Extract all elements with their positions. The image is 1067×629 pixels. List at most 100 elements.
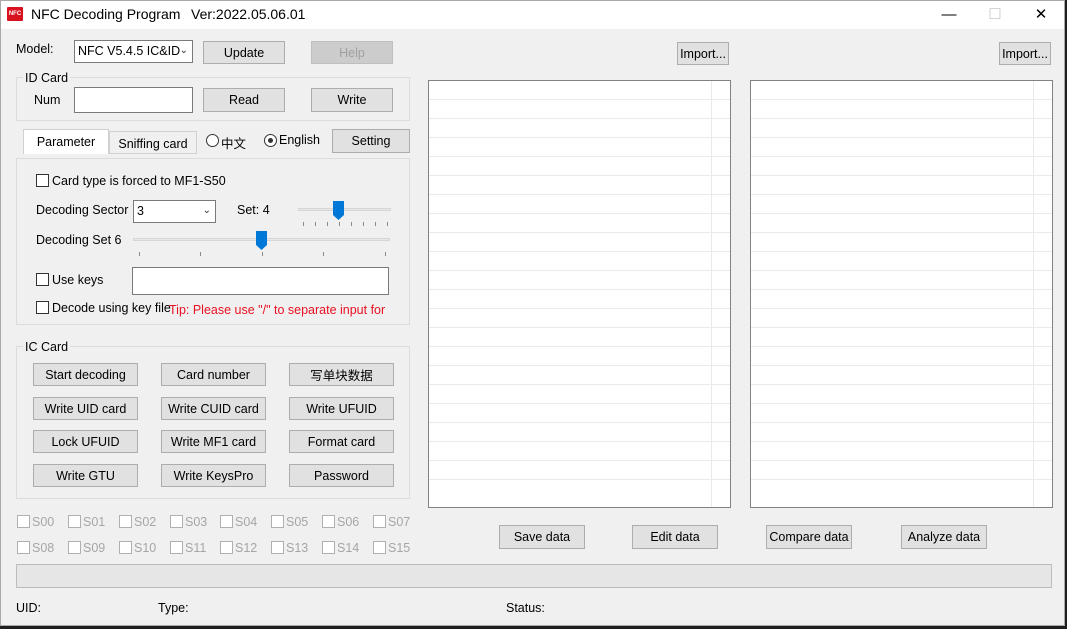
sector-label: S04: [235, 515, 258, 529]
sector-label: S06: [337, 515, 360, 529]
key-file-label: Decode using key file: [52, 301, 171, 315]
set-label: Set: 4: [237, 203, 270, 217]
sector-checkbox[interactable]: [17, 515, 30, 528]
model-select-value: NFC V5.4.5 IC&ID: [78, 44, 181, 58]
sector-label: S00: [32, 515, 55, 529]
tip-text: Tip: Please use "/" to separate input fo…: [169, 303, 386, 317]
setting-button[interactable]: Setting: [332, 129, 410, 153]
force-mf1-checkbox[interactable]: [36, 174, 49, 187]
update-button[interactable]: Update: [203, 41, 285, 64]
key-file-checkbox[interactable]: [36, 301, 49, 314]
slider-tick: [363, 222, 364, 226]
write-button[interactable]: Write: [311, 88, 393, 112]
radio-chinese[interactable]: [206, 134, 219, 147]
sector-checkbox[interactable]: [220, 541, 233, 554]
slider-tick: [139, 252, 140, 256]
sector-label: S08: [32, 541, 55, 555]
minimize-icon[interactable]: —: [926, 1, 972, 29]
start-decoding-button[interactable]: Start decoding: [33, 363, 138, 386]
model-label: Model:: [16, 42, 54, 56]
keys-input[interactable]: [132, 267, 389, 295]
sector-checkbox[interactable]: [170, 515, 183, 528]
import-right-button[interactable]: Import...: [999, 42, 1051, 65]
password-button[interactable]: Password: [289, 464, 394, 487]
slider-tick: [315, 222, 316, 226]
sector-label: S01: [83, 515, 106, 529]
chevron-down-icon: ⌄: [179, 45, 188, 56]
format-card-button[interactable]: Format card: [289, 430, 394, 453]
sector-label: S07: [388, 515, 411, 529]
ic-card-group-label: IC Card: [23, 340, 71, 354]
status-label: Status:: [506, 601, 545, 615]
decoding-set-slider-thumb[interactable]: [256, 231, 267, 250]
sector-checkbox[interactable]: [271, 541, 284, 554]
sector-label: S14: [337, 541, 360, 555]
progress-bar: [16, 564, 1052, 588]
type-label: Type:: [158, 601, 189, 615]
edit-data-button[interactable]: Edit data: [632, 525, 718, 549]
radio-english[interactable]: [264, 134, 277, 147]
write-block-button[interactable]: 写单块数据: [289, 363, 394, 386]
right-data-panel[interactable]: [750, 80, 1053, 508]
num-input[interactable]: [74, 87, 193, 113]
sector-checkbox[interactable]: [271, 515, 284, 528]
sector-checkbox[interactable]: [119, 515, 132, 528]
write-mf1-card-button[interactable]: Write MF1 card: [161, 430, 266, 453]
write-uid-card-button[interactable]: Write UID card: [33, 397, 138, 420]
import-left-button[interactable]: Import...: [677, 42, 729, 65]
close-icon[interactable]: ✕: [1018, 1, 1064, 29]
card-number-button[interactable]: Card number: [161, 363, 266, 386]
write-cuid-card-button[interactable]: Write CUID card: [161, 397, 266, 420]
sector-checkbox[interactable]: [68, 541, 81, 554]
lock-ufuid-button[interactable]: Lock UFUID: [33, 430, 138, 453]
read-button[interactable]: Read: [203, 88, 285, 112]
sector-checkbox[interactable]: [119, 541, 132, 554]
slider-tick: [327, 222, 328, 226]
decoding-set-label: Decoding Set 6: [36, 233, 122, 247]
tab-parameter[interactable]: Parameter: [23, 129, 109, 154]
set-slider-thumb[interactable]: [333, 201, 344, 220]
write-ufuid-button[interactable]: Write UFUID: [289, 397, 394, 420]
window-title: NFC Decoding Program: [31, 6, 181, 22]
maximize-icon[interactable]: ☐: [972, 1, 1018, 29]
help-button[interactable]: Help: [311, 41, 393, 64]
sector-label: S10: [134, 541, 157, 555]
set-slider-track[interactable]: [298, 208, 391, 211]
write-keyspro-button[interactable]: Write KeysPro: [161, 464, 266, 487]
sector-label: S15: [388, 541, 411, 555]
sector-label: S02: [134, 515, 157, 529]
sector-label: S12: [235, 541, 258, 555]
decoding-sector-select[interactable]: 3 ⌄: [133, 200, 216, 223]
analyze-data-button[interactable]: Analyze data: [901, 525, 987, 549]
slider-tick: [387, 222, 388, 226]
id-card-group-label: ID Card: [23, 71, 71, 85]
app-icon: NFC: [7, 7, 23, 21]
slider-tick: [339, 222, 340, 226]
slider-tick: [200, 252, 201, 256]
sector-checkbox[interactable]: [17, 541, 30, 554]
sector-label: S09: [83, 541, 106, 555]
compare-data-button[interactable]: Compare data: [766, 525, 852, 549]
left-data-panel[interactable]: [428, 80, 731, 508]
write-gtu-button[interactable]: Write GTU: [33, 464, 138, 487]
sector-label: S03: [185, 515, 208, 529]
force-mf1-label: Card type is forced to MF1-S50: [52, 174, 226, 188]
model-select[interactable]: NFC V5.4.5 IC&ID ⌄: [74, 40, 193, 63]
slider-tick: [351, 222, 352, 226]
use-keys-label: Use keys: [52, 273, 104, 287]
sector-label: S13: [286, 541, 309, 555]
save-data-button[interactable]: Save data: [499, 525, 585, 549]
title-bar[interactable]: NFC NFC Decoding Program Ver:2022.05.06.…: [1, 1, 1064, 29]
sector-checkbox[interactable]: [373, 515, 386, 528]
sector-checkbox[interactable]: [322, 541, 335, 554]
use-keys-checkbox[interactable]: [36, 273, 49, 286]
sector-checkbox[interactable]: [220, 515, 233, 528]
sector-checkbox[interactable]: [322, 515, 335, 528]
sector-checkbox[interactable]: [373, 541, 386, 554]
sector-checkbox[interactable]: [68, 515, 81, 528]
chevron-down-icon: ⌄: [202, 205, 211, 216]
sector-checkbox[interactable]: [170, 541, 183, 554]
tab-sniffing-card[interactable]: Sniffing card: [109, 131, 197, 154]
decoding-sector-value: 3: [137, 204, 144, 218]
slider-tick: [323, 252, 324, 256]
